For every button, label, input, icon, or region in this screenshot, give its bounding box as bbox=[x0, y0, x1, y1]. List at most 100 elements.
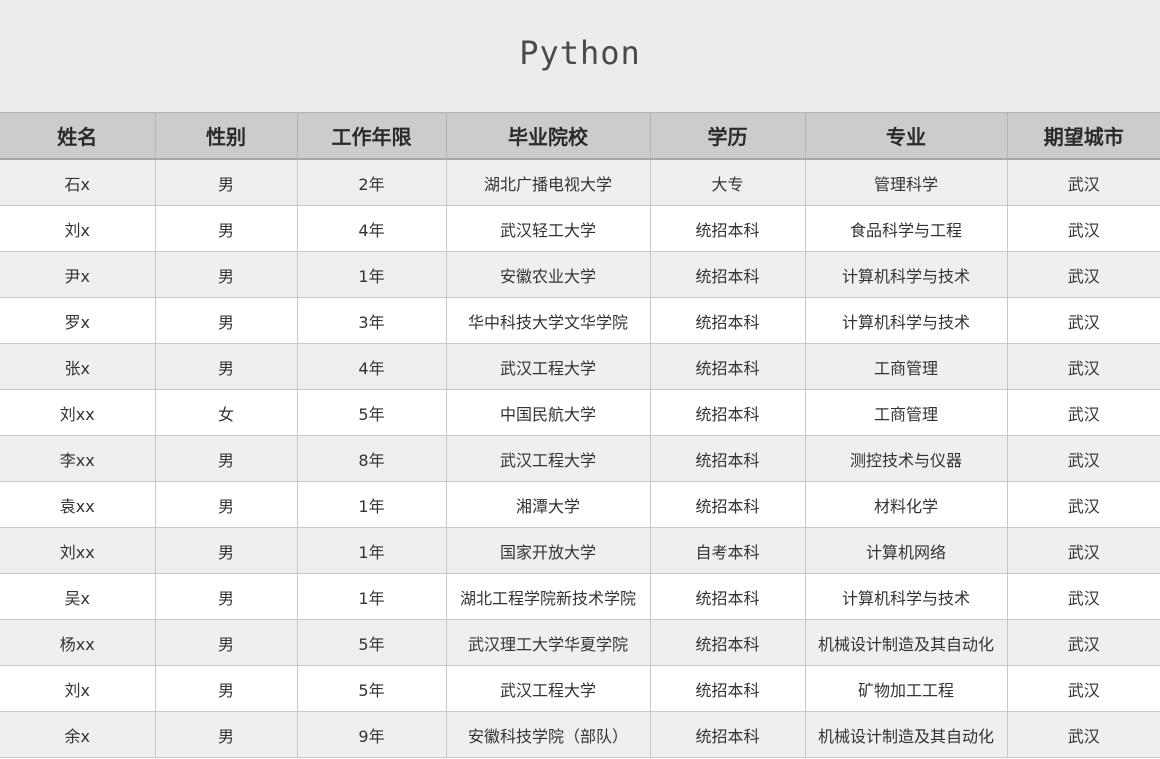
cell-school: 安徽科技学院（部队） bbox=[446, 711, 651, 758]
table-row[interactable]: 刘x 男 5年 武汉工程大学 统招本科 矿物加工工程 武汉 bbox=[0, 665, 1160, 712]
cell-city: 武汉 bbox=[1007, 159, 1160, 206]
cell-name: 刘xx bbox=[0, 527, 156, 574]
cell-years: 2年 bbox=[297, 159, 447, 206]
cell-gender: 女 bbox=[155, 389, 298, 436]
cell-major: 机械设计制造及其自动化 bbox=[805, 711, 1008, 758]
cell-years: 1年 bbox=[297, 573, 447, 620]
cell-name: 余x bbox=[0, 711, 156, 758]
cell-name: 李xx bbox=[0, 435, 156, 482]
cell-years: 8年 bbox=[297, 435, 447, 482]
table-row[interactable]: 吴x 男 1年 湖北工程学院新技术学院 统招本科 计算机科学与技术 武汉 bbox=[0, 573, 1160, 620]
cell-name: 袁xx bbox=[0, 481, 156, 528]
cell-years: 5年 bbox=[297, 665, 447, 712]
column-header-name[interactable]: 姓名 bbox=[0, 112, 156, 160]
page-title: Python bbox=[519, 34, 641, 72]
column-header-city[interactable]: 期望城市 bbox=[1007, 112, 1160, 160]
cell-name: 石x bbox=[0, 159, 156, 206]
cell-years: 5年 bbox=[297, 619, 447, 666]
cell-degree: 大专 bbox=[650, 159, 806, 206]
cell-school: 武汉轻工大学 bbox=[446, 205, 651, 252]
cell-name: 罗x bbox=[0, 297, 156, 344]
cell-city: 武汉 bbox=[1007, 527, 1160, 574]
column-header-major[interactable]: 专业 bbox=[805, 112, 1008, 160]
table-row[interactable]: 刘xx 男 1年 国家开放大学 自考本科 计算机网络 武汉 bbox=[0, 527, 1160, 574]
cell-major: 机械设计制造及其自动化 bbox=[805, 619, 1008, 666]
cell-gender: 男 bbox=[155, 297, 298, 344]
table-body: 石x 男 2年 湖北广播电视大学 大专 管理科学 武汉 刘x 男 4年 武汉轻工大学 统招本科 食品科学… bbox=[0, 159, 1160, 758]
cell-major: 工商管理 bbox=[805, 389, 1008, 436]
cell-school: 武汉工程大学 bbox=[446, 665, 651, 712]
cell-degree: 统招本科 bbox=[650, 297, 806, 344]
cell-degree: 统招本科 bbox=[650, 573, 806, 620]
cell-major: 食品科学与工程 bbox=[805, 205, 1008, 252]
cell-degree: 统招本科 bbox=[650, 251, 806, 298]
table-row[interactable]: 刘x 男 4年 武汉轻工大学 统招本科 食品科学与工程 武汉 bbox=[0, 205, 1160, 252]
header-row: 姓名 性别 工作年限 毕业院校 学历 专业 期望城市 bbox=[0, 112, 1160, 160]
cell-city: 武汉 bbox=[1007, 573, 1160, 620]
cell-city: 武汉 bbox=[1007, 297, 1160, 344]
column-header-school[interactable]: 毕业院校 bbox=[446, 112, 651, 160]
table-row[interactable]: 余x 男 9年 安徽科技学院（部队） 统招本科 机械设计制造及其自动化 武汉 bbox=[0, 711, 1160, 758]
cell-degree: 统招本科 bbox=[650, 665, 806, 712]
cell-city: 武汉 bbox=[1007, 665, 1160, 712]
cell-school: 湖北工程学院新技术学院 bbox=[446, 573, 651, 620]
cell-degree: 统招本科 bbox=[650, 711, 806, 758]
cell-name: 刘x bbox=[0, 205, 156, 252]
cell-gender: 男 bbox=[155, 435, 298, 482]
table-row[interactable]: 石x 男 2年 湖北广播电视大学 大专 管理科学 武汉 bbox=[0, 159, 1160, 206]
cell-gender: 男 bbox=[155, 481, 298, 528]
cell-years: 4年 bbox=[297, 343, 447, 390]
cell-city: 武汉 bbox=[1007, 205, 1160, 252]
cell-degree: 统招本科 bbox=[650, 481, 806, 528]
cell-school: 武汉工程大学 bbox=[446, 343, 651, 390]
cell-school: 武汉工程大学 bbox=[446, 435, 651, 482]
cell-degree: 统招本科 bbox=[650, 435, 806, 482]
cell-school: 中国民航大学 bbox=[446, 389, 651, 436]
cell-years: 3年 bbox=[297, 297, 447, 344]
cell-gender: 男 bbox=[155, 527, 298, 574]
cell-gender: 男 bbox=[155, 619, 298, 666]
cell-years: 1年 bbox=[297, 527, 447, 574]
table-row[interactable]: 罗x 男 3年 华中科技大学文华学院 统招本科 计算机科学与技术 武汉 bbox=[0, 297, 1160, 344]
cell-degree: 统招本科 bbox=[650, 343, 806, 390]
table-row[interactable]: 李xx 男 8年 武汉工程大学 统招本科 测控技术与仪器 武汉 bbox=[0, 435, 1160, 482]
cell-major: 矿物加工工程 bbox=[805, 665, 1008, 712]
table-header: 姓名 性别 工作年限 毕业院校 学历 专业 期望城市 bbox=[0, 112, 1160, 160]
cell-years: 1年 bbox=[297, 481, 447, 528]
cell-school: 华中科技大学文华学院 bbox=[446, 297, 651, 344]
cell-degree: 统招本科 bbox=[650, 389, 806, 436]
column-header-degree[interactable]: 学历 bbox=[650, 112, 806, 160]
cell-city: 武汉 bbox=[1007, 251, 1160, 298]
cell-name: 尹x bbox=[0, 251, 156, 298]
cell-major: 计算机网络 bbox=[805, 527, 1008, 574]
table-row[interactable]: 袁xx 男 1年 湘潭大学 统招本科 材料化学 武汉 bbox=[0, 481, 1160, 528]
cell-degree: 统招本科 bbox=[650, 205, 806, 252]
cell-major: 计算机科学与技术 bbox=[805, 573, 1008, 620]
cell-gender: 男 bbox=[155, 343, 298, 390]
cell-gender: 男 bbox=[155, 665, 298, 712]
cell-city: 武汉 bbox=[1007, 343, 1160, 390]
cell-gender: 男 bbox=[155, 205, 298, 252]
cell-city: 武汉 bbox=[1007, 481, 1160, 528]
cell-major: 管理科学 bbox=[805, 159, 1008, 206]
cell-degree: 自考本科 bbox=[650, 527, 806, 574]
cell-gender: 男 bbox=[155, 573, 298, 620]
cell-years: 9年 bbox=[297, 711, 447, 758]
column-header-gender[interactable]: 性别 bbox=[155, 112, 298, 160]
cell-gender: 男 bbox=[155, 711, 298, 758]
cell-degree: 统招本科 bbox=[650, 619, 806, 666]
cell-city: 武汉 bbox=[1007, 711, 1160, 758]
cell-school: 安徽农业大学 bbox=[446, 251, 651, 298]
cell-city: 武汉 bbox=[1007, 619, 1160, 666]
column-header-years[interactable]: 工作年限 bbox=[297, 112, 447, 160]
cell-major: 测控技术与仪器 bbox=[805, 435, 1008, 482]
table-row[interactable]: 杨xx 男 5年 武汉理工大学华夏学院 统招本科 机械设计制造及其自动化 武汉 bbox=[0, 619, 1160, 666]
table-row[interactable]: 张x 男 4年 武汉工程大学 统招本科 工商管理 武汉 bbox=[0, 343, 1160, 390]
cell-school: 国家开放大学 bbox=[446, 527, 651, 574]
cell-name: 吴x bbox=[0, 573, 156, 620]
cell-years: 5年 bbox=[297, 389, 447, 436]
table-row[interactable]: 尹x 男 1年 安徽农业大学 统招本科 计算机科学与技术 武汉 bbox=[0, 251, 1160, 298]
table-row[interactable]: 刘xx 女 5年 中国民航大学 统招本科 工商管理 武汉 bbox=[0, 389, 1160, 436]
cell-major: 计算机科学与技术 bbox=[805, 297, 1008, 344]
cell-major: 工商管理 bbox=[805, 343, 1008, 390]
